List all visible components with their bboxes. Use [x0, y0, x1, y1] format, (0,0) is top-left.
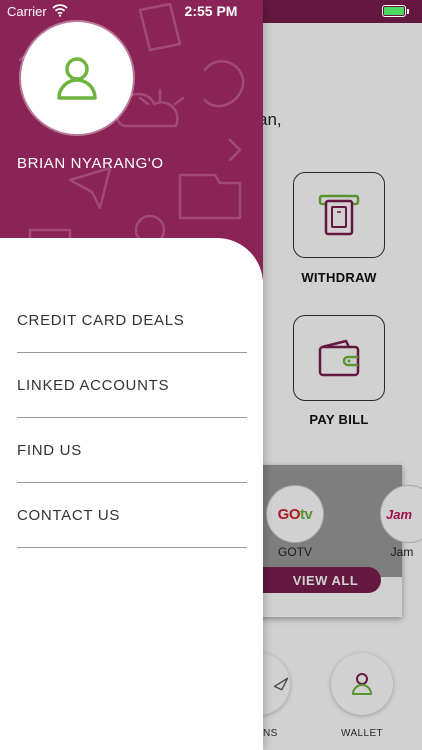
battery-tip [407, 9, 409, 14]
menu-item-linked-accounts[interactable]: LINKED ACCOUNTS [17, 353, 247, 418]
navigation-drawer: BRIAN NYARANG'O CREDIT CARD DEALS LINKED… [0, 0, 263, 750]
battery-icon [382, 5, 406, 17]
user-name: BRIAN NYARANG'O [17, 155, 164, 172]
menu-item-find-us[interactable]: FIND US [17, 418, 247, 483]
drawer-menu: CREDIT CARD DEALS LINKED ACCOUNTS FIND U… [0, 238, 263, 750]
clock: 2:55 PM [184, 3, 238, 19]
user-icon [57, 57, 97, 100]
menu-item-credit-card-deals[interactable]: CREDIT CARD DEALS [17, 288, 247, 353]
status-bar: Carrier 2:55 PM [0, 0, 422, 22]
avatar[interactable] [21, 22, 133, 134]
menu-item-contact-us[interactable]: CONTACT US [17, 483, 247, 548]
